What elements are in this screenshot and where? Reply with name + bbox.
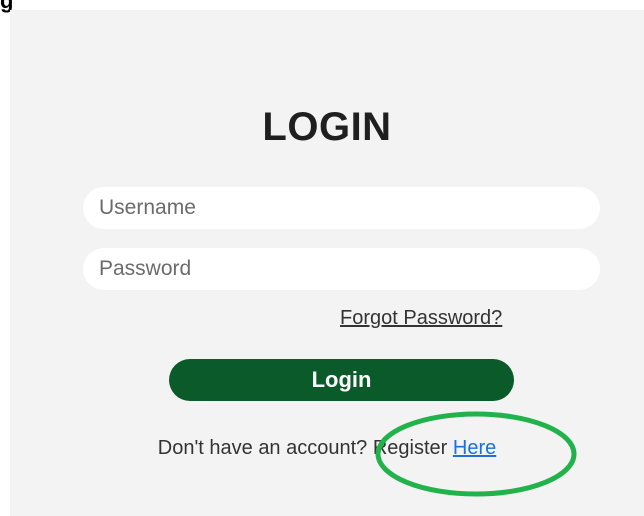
forgot-password-link[interactable]: Forgot Password? (340, 307, 502, 330)
login-panel: LOGIN Forgot Password? Login Don't have … (10, 10, 644, 516)
register-here-link[interactable]: Here (453, 437, 496, 459)
page-title: LOGIN (262, 105, 392, 149)
register-prompt: Don't have an account? Register Here (10, 437, 644, 460)
login-button[interactable]: Login (169, 359, 514, 401)
password-input[interactable] (83, 248, 600, 290)
username-input[interactable] (83, 187, 600, 229)
register-prompt-text: Don't have an account? Register (157, 437, 453, 459)
